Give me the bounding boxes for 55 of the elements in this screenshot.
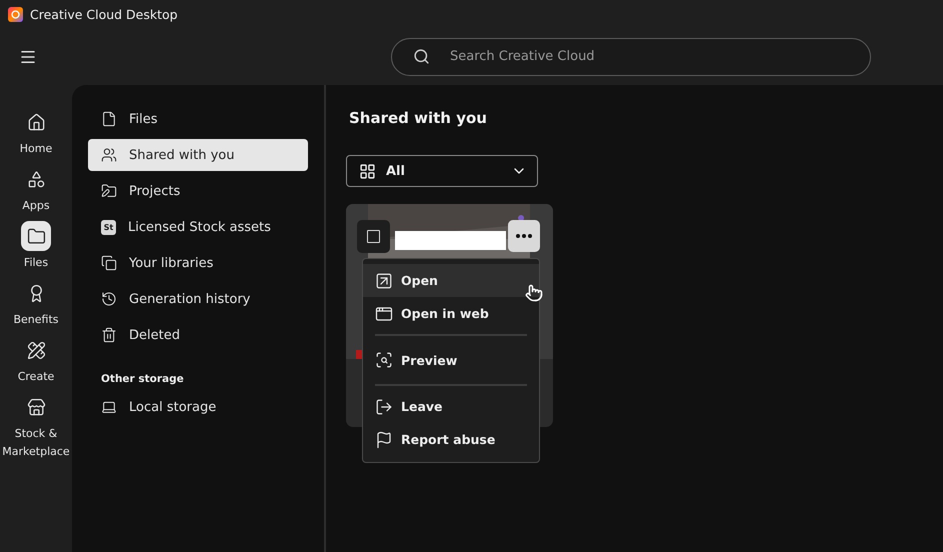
library-icon bbox=[101, 255, 117, 271]
stock-badge-icon: St bbox=[101, 220, 116, 234]
rail-label: Files bbox=[22, 255, 50, 271]
trash-icon bbox=[101, 327, 117, 343]
sidebar-item[interactable]: Shared with you bbox=[88, 139, 308, 171]
rail-item[interactable]: Home bbox=[0, 107, 72, 158]
menu-item[interactable]: Preview bbox=[363, 340, 539, 380]
rail-label: Home bbox=[18, 141, 54, 157]
file-icon bbox=[101, 111, 117, 127]
menu-item[interactable]: Leave bbox=[363, 390, 539, 423]
sidebar-item[interactable]: Deleted bbox=[88, 319, 308, 351]
folder-icon bbox=[26, 226, 46, 246]
rail-label: Stock & Marketplace bbox=[1, 426, 71, 460]
preview-icon bbox=[375, 351, 393, 369]
grid-icon bbox=[359, 162, 376, 180]
sidebar-item[interactable]: Projects bbox=[88, 175, 308, 207]
filter-dropdown[interactable]: All bbox=[346, 155, 538, 187]
window-title: Creative Cloud Desktop bbox=[30, 6, 178, 22]
ellipsis-icon bbox=[516, 234, 532, 238]
search-icon bbox=[413, 48, 430, 64]
sidebar-item[interactable]: Local storage bbox=[88, 391, 308, 423]
open-icon bbox=[375, 272, 393, 290]
page-heading: Shared with you bbox=[349, 109, 488, 127]
people-icon bbox=[101, 147, 117, 163]
sidebar-item[interactable]: Your libraries bbox=[88, 247, 308, 279]
store-icon bbox=[26, 398, 46, 416]
menu-item[interactable]: Report abuse bbox=[363, 423, 539, 456]
window-icon bbox=[375, 304, 393, 322]
sidebar-item[interactable]: Generation history bbox=[88, 283, 308, 315]
rail-item[interactable]: Stock & Marketplace bbox=[0, 392, 72, 461]
exit-icon bbox=[375, 398, 393, 416]
rail-label: Create bbox=[16, 369, 56, 385]
section-heading: Other storage bbox=[101, 373, 185, 385]
menu-item[interactable]: Open in web bbox=[363, 297, 539, 330]
flag-icon bbox=[375, 430, 393, 448]
checkbox[interactable] bbox=[367, 230, 380, 243]
rail-item[interactable]: Files bbox=[0, 221, 72, 272]
sidebar-item[interactable]: St Licensed Stock assets bbox=[88, 211, 308, 243]
more-button[interactable] bbox=[508, 220, 540, 252]
home-icon bbox=[26, 112, 46, 132]
rail-item[interactable]: Create bbox=[0, 335, 72, 386]
shapes-icon bbox=[26, 170, 46, 188]
laptop-icon bbox=[101, 399, 117, 415]
sidebar-item[interactable]: Files bbox=[88, 103, 308, 135]
search-field[interactable]: Search Creative Cloud bbox=[391, 38, 871, 76]
rail-item[interactable]: Benefits bbox=[0, 278, 72, 329]
folder-pen-icon bbox=[101, 183, 117, 199]
rail-item[interactable]: Apps bbox=[0, 164, 72, 215]
rail-label: Apps bbox=[21, 198, 51, 214]
pencil-ruler-icon bbox=[26, 340, 46, 360]
hand-cursor-icon bbox=[525, 284, 543, 302]
app-logo-icon bbox=[8, 6, 23, 22]
history-icon bbox=[101, 291, 117, 307]
rail-label: Benefits bbox=[12, 312, 60, 328]
menu-item[interactable]: Open bbox=[363, 264, 539, 297]
